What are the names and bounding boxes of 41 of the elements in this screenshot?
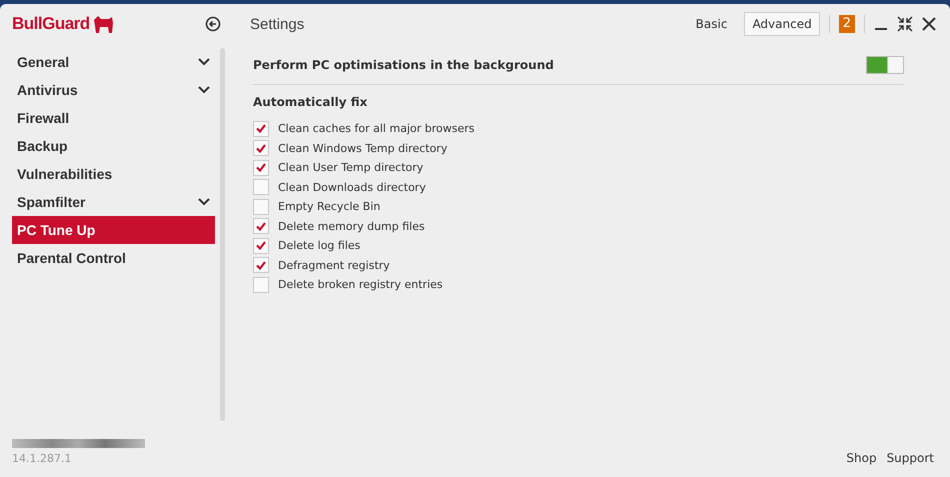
logo-text: BullGuard (12, 14, 90, 34)
section-title: Automatically fix (253, 95, 368, 109)
option-label: Clean User Temp directory (278, 161, 424, 174)
checkbox[interactable] (253, 140, 269, 156)
option-label: Delete broken registry entries (278, 278, 443, 292)
sidebar-item[interactable]: Firewall (12, 104, 215, 132)
sidebar-item[interactable]: Antivirus (12, 76, 215, 104)
footer-link[interactable]: Shop (846, 451, 877, 465)
toggle-switch[interactable] (866, 56, 904, 74)
sidebar-item[interactable]: PC Tune Up (12, 216, 215, 244)
dog-icon (92, 14, 114, 34)
option-label: Defragment registry (278, 258, 390, 272)
sidebar-item[interactable]: Spamfilter (12, 188, 215, 216)
checkbox[interactable] (253, 276, 269, 293)
footer-link[interactable]: Support (886, 451, 934, 465)
sidebar-item[interactable]: Parental Control (12, 244, 215, 272)
checkbox[interactable] (253, 120, 269, 137)
checkbox[interactable] (253, 257, 269, 274)
option-label: Clean Windows Temp directory (278, 142, 448, 155)
checkbox[interactable] (253, 198, 269, 215)
option-label: Clean Downloads directory (278, 180, 426, 194)
sidebar-item[interactable]: Vulnerabilities (12, 160, 215, 188)
restore-icon[interactable] (897, 16, 913, 32)
mode-tab[interactable]: Advanced (744, 12, 820, 36)
checkbox[interactable] (253, 238, 269, 254)
option-label: Clean caches for all major browsers (278, 122, 474, 136)
sidebar-item[interactable]: General (12, 48, 215, 76)
scrollbar[interactable] (220, 48, 225, 421)
option-label: Delete memory dump files (278, 220, 425, 233)
checkbox[interactable] (253, 218, 269, 234)
sidebar-item[interactable]: Backup (12, 132, 215, 160)
checkbox[interactable] (253, 160, 269, 176)
version-text: 14.1.287.1 (12, 452, 72, 465)
page-title: Settings (250, 16, 304, 32)
option-label: Empty Recycle Bin (278, 200, 380, 214)
back-button[interactable] (205, 16, 221, 32)
option-label: Delete log files (278, 239, 360, 252)
checkbox[interactable] (253, 179, 269, 196)
setting-label: Perform PC optimisations in the background (253, 58, 554, 72)
mode-tab[interactable]: Basic (688, 12, 736, 36)
close-icon[interactable] (922, 17, 936, 31)
